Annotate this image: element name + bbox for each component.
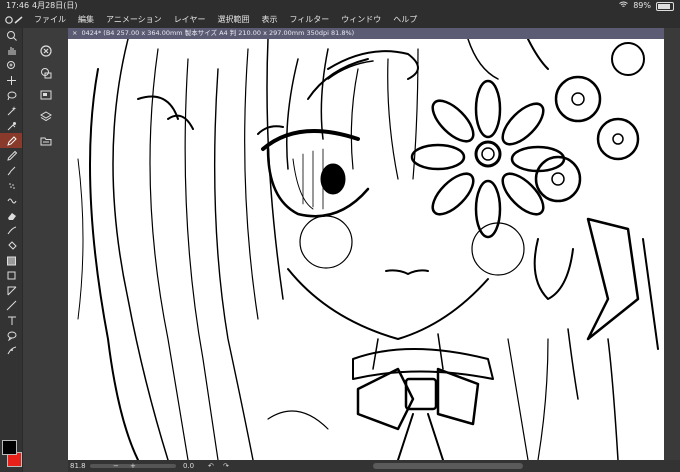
lasso-icon[interactable]: [0, 88, 22, 103]
bottom-bar: 81.8 − + 0.0 ↶ ↷: [68, 460, 680, 472]
magic-wand-icon[interactable]: [0, 103, 22, 118]
menu-item[interactable]: ファイル: [34, 12, 66, 28]
layers-icon[interactable]: [23, 106, 69, 128]
ruler-icon[interactable]: [0, 298, 22, 313]
zoom-out-button[interactable]: −: [113, 460, 119, 472]
pencil-icon[interactable]: [0, 148, 22, 163]
zoom-in-button[interactable]: +: [130, 460, 136, 472]
brush-icon[interactable]: [0, 163, 22, 178]
sketch-artwork: [77, 39, 659, 460]
navigator-icon[interactable]: [23, 84, 69, 106]
app-logo-icon[interactable]: [4, 15, 24, 25]
document-title: 0424* (B4 257.00 x 364.00mm 製本サイズ A4 判 2…: [81, 29, 355, 37]
close-panel-icon[interactable]: [23, 40, 69, 62]
decoration-icon[interactable]: [0, 193, 22, 208]
menu-item[interactable]: 表示: [261, 12, 277, 28]
close-document-icon[interactable]: ×: [72, 29, 77, 37]
battery-percent: 89%: [633, 1, 651, 10]
text-icon[interactable]: [0, 313, 22, 328]
sub-tool-panel: [22, 28, 69, 472]
zoom-level[interactable]: 81.8: [70, 460, 86, 472]
horizontal-scrollbar[interactable]: [373, 463, 523, 469]
rotate-value[interactable]: 0.0: [183, 460, 194, 472]
redo-button[interactable]: ↷: [223, 460, 229, 472]
status-right: 89%: [619, 0, 674, 12]
search-icon[interactable]: [0, 28, 22, 43]
move-icon[interactable]: [0, 73, 22, 88]
drawing-canvas[interactable]: [68, 39, 664, 460]
pen-icon[interactable]: [0, 133, 22, 148]
menu-bar: ファイル 編集 アニメーション レイヤー 選択範囲 表示 フィルター ウィンドウ ヘルプ: [0, 12, 680, 28]
layer-property-icon[interactable]: [23, 62, 69, 84]
frame-icon[interactable]: [0, 283, 22, 298]
menu-item[interactable]: レイヤー: [174, 12, 206, 28]
color-swatches: [0, 438, 22, 472]
eraser-icon[interactable]: [0, 208, 22, 223]
tool-bar: [0, 28, 22, 472]
clock: 17:46: [6, 1, 30, 10]
shape-icon[interactable]: [0, 268, 22, 283]
menu-item[interactable]: 編集: [78, 12, 94, 28]
line-fix-icon[interactable]: [0, 343, 22, 358]
document-tab[interactable]: × 0424* (B4 257.00 x 364.00mm 製本サイズ A4 判 …: [68, 28, 664, 39]
menu-item[interactable]: 選択範囲: [217, 12, 249, 28]
balloon-icon[interactable]: [0, 328, 22, 343]
hand-icon[interactable]: [0, 43, 22, 58]
date: 4月28日(日): [32, 1, 78, 10]
status-bar: 17:46 4月28日(日) 89%: [0, 0, 680, 12]
material-icon[interactable]: [23, 130, 69, 152]
fill-icon[interactable]: [0, 238, 22, 253]
eyedropper-icon[interactable]: [0, 118, 22, 133]
menu-item[interactable]: ウィンドウ: [341, 12, 381, 28]
wifi-icon: [619, 0, 629, 12]
airbrush-icon[interactable]: [0, 178, 22, 193]
vertical-scrollbar[interactable]: [664, 28, 680, 460]
menu-item[interactable]: アニメーション: [106, 12, 162, 28]
zoom-icon[interactable]: [0, 58, 22, 73]
battery-fill: [658, 3, 671, 9]
menu-item[interactable]: フィルター: [289, 12, 329, 28]
menu-items: ファイル 編集 アニメーション レイヤー 選択範囲 表示 フィルター ウィンドウ ヘルプ: [34, 12, 417, 28]
menu-item[interactable]: ヘルプ: [393, 12, 417, 28]
blend-icon[interactable]: [0, 223, 22, 238]
gradient-icon[interactable]: [0, 253, 22, 268]
undo-button[interactable]: ↶: [208, 460, 214, 472]
battery-icon: [656, 1, 674, 11]
main-color-swatch[interactable]: [2, 440, 17, 455]
